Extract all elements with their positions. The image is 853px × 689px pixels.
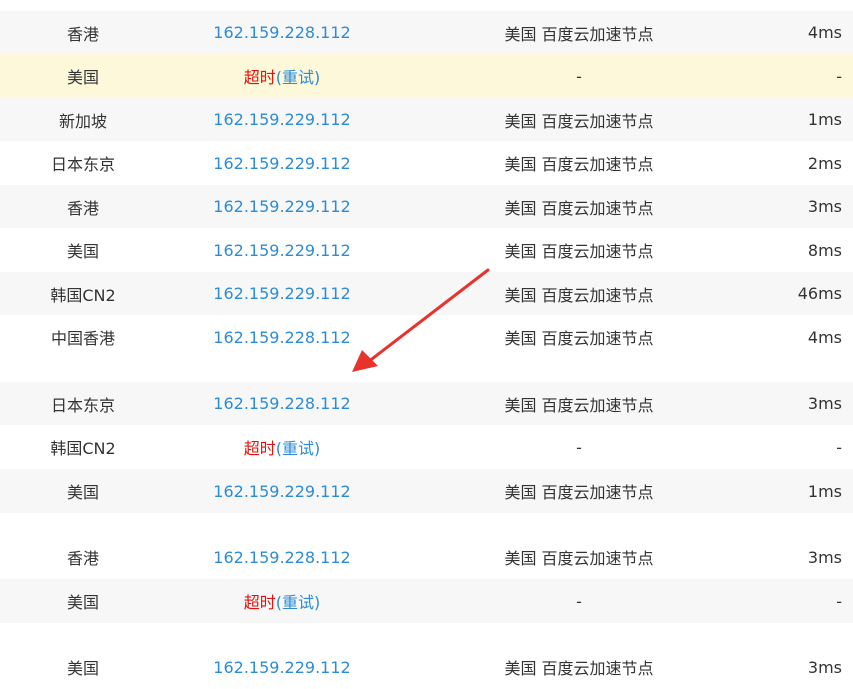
table-row: 中国香港 162.159.228.112 美国 百度云加速节点 4ms — [0, 315, 853, 359]
response-time-cell: 3ms — [807, 547, 842, 567]
location-cell: 美国 — [66, 593, 99, 612]
table-row: 美国 162.159.229.112 美国 百度云加速节点 3ms — [0, 645, 853, 689]
retry-label[interactable]: 重试 — [282, 593, 314, 612]
response-time-cell: 1ms — [807, 481, 842, 501]
isp-cell: 美国 百度云加速节点 — [504, 483, 654, 502]
ip-link[interactable]: 162.159.229.112 — [213, 482, 350, 501]
response-time-cell: - — [836, 66, 842, 86]
location-cell: 韩国CN2 — [50, 285, 116, 305]
isp-cell: 美国 百度云加速节点 — [504, 285, 654, 305]
response-time-cell: 4ms — [807, 327, 842, 347]
table-row: 香港 162.159.229.112 美国 百度云加速节点 3ms — [0, 185, 853, 228]
isp-cell: 美国 百度云加速节点 — [504, 198, 654, 218]
timeout-cell: 超时 (重试) — [166, 579, 398, 623]
location-cell: 日本东京 — [50, 155, 115, 174]
timeout-label: 超时 — [243, 68, 276, 87]
response-time-cell: - — [836, 437, 842, 457]
location-cell: 中国香港 — [50, 329, 115, 348]
ip-link[interactable]: 162.159.229.112 — [213, 154, 350, 173]
location-cell: 香港 — [66, 549, 99, 568]
table-row: 美国 超时 (重试) - - — [0, 54, 853, 98]
isp-cell: 美国 百度云加速节点 — [504, 659, 654, 678]
ip-link[interactable]: 162.159.228.112 — [213, 394, 350, 413]
location-cell: 美国 — [66, 659, 99, 678]
retry-label[interactable]: 重试 — [282, 68, 314, 87]
response-time-cell: 8ms — [807, 240, 842, 260]
ip-link[interactable]: 162.159.228.112 — [213, 548, 350, 567]
isp-cell: 美国 百度云加速节点 — [504, 155, 654, 174]
isp-cell: - — [576, 66, 582, 86]
retry-label[interactable]: 重试 — [282, 439, 314, 458]
location-cell: 香港 — [66, 24, 99, 44]
table-row: 韩国CN2 162.159.229.112 美国 百度云加速节点 46ms — [0, 272, 853, 315]
ip-link[interactable]: 162.159.229.112 — [213, 241, 350, 260]
location-cell: 美国 — [66, 68, 99, 87]
timeout-label: 超时 — [243, 439, 276, 458]
isp-cell: 美国 百度云加速节点 — [504, 111, 654, 131]
location-cell: 美国 — [66, 483, 99, 502]
isp-cell: - — [576, 437, 582, 457]
ip-link[interactable]: 162.159.229.112 — [213, 658, 350, 677]
location-cell: 美国 — [66, 242, 99, 261]
table-row: 日本东京 162.159.229.112 美国 百度云加速节点 2ms — [0, 141, 853, 185]
isp-cell: 美国 百度云加速节点 — [504, 549, 654, 568]
response-time-cell: 2ms — [807, 153, 842, 173]
retry-link[interactable]: (重试) — [276, 435, 321, 459]
retry-link[interactable]: (重试) — [276, 64, 321, 88]
table-row: 日本东京 162.159.228.112 美国 百度云加速节点 3ms — [0, 382, 853, 425]
ip-link[interactable]: 162.159.228.112 — [213, 23, 350, 42]
table-row: 美国 162.159.229.112 美国 百度云加速节点 1ms — [0, 469, 853, 513]
location-cell: 韩国CN2 — [50, 439, 116, 458]
location-cell: 日本东京 — [50, 395, 115, 415]
location-cell: 香港 — [66, 198, 99, 218]
ip-link[interactable]: 162.159.229.112 — [213, 110, 350, 129]
table-row: 美国 超时 (重试) - - — [0, 579, 853, 623]
response-time-cell: 3ms — [807, 394, 842, 413]
retry-link[interactable]: (重试) — [276, 589, 321, 613]
isp-cell: 美国 百度云加速节点 — [504, 329, 654, 348]
table-row: 美国 162.159.229.112 美国 百度云加速节点 8ms — [0, 228, 853, 272]
isp-cell: 美国 百度云加速节点 — [504, 242, 654, 261]
table-row: 新加坡 162.159.229.112 美国 百度云加速节点 1ms — [0, 98, 853, 141]
table-row: 香港 162.159.228.112 美国 百度云加速节点 3ms — [0, 535, 853, 579]
table-row: 香港 162.159.228.112 美国 百度云加速节点 4ms — [0, 11, 853, 54]
ip-link[interactable]: 162.159.228.112 — [213, 328, 350, 347]
isp-cell: 美国 百度云加速节点 — [504, 24, 654, 44]
timeout-cell: 超时 (重试) — [166, 54, 398, 98]
response-time-cell: - — [836, 591, 842, 611]
timeout-cell: 超时 (重试) — [166, 425, 398, 469]
isp-cell: 美国 百度云加速节点 — [504, 395, 654, 415]
timeout-label: 超时 — [243, 593, 276, 612]
isp-cell: - — [576, 591, 582, 611]
response-time-cell: 46ms — [797, 284, 842, 303]
table-row: 韩国CN2 超时 (重试) - - — [0, 425, 853, 469]
response-time-cell: 3ms — [807, 657, 842, 677]
ip-link[interactable]: 162.159.229.112 — [213, 284, 350, 303]
response-time-cell: 3ms — [807, 197, 842, 216]
response-time-cell: 1ms — [807, 110, 842, 129]
location-cell: 新加坡 — [58, 111, 107, 131]
ip-link[interactable]: 162.159.229.112 — [213, 197, 350, 216]
response-time-cell: 4ms — [807, 23, 842, 42]
